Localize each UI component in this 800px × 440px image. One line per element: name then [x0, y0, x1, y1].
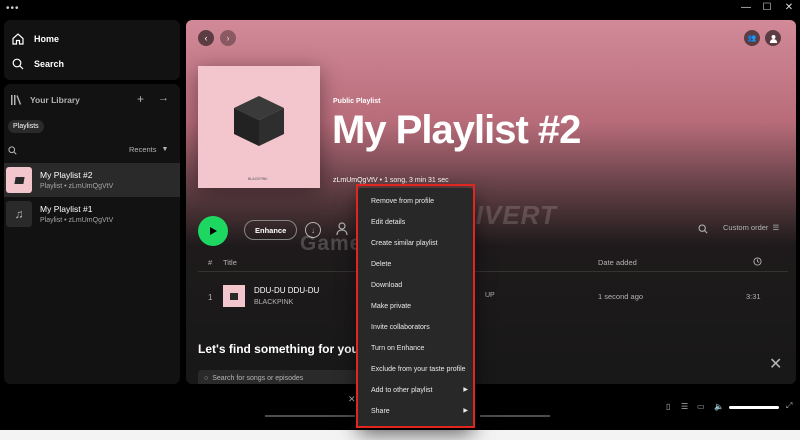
sort-dropdown[interactable]: Recents ▼ — [129, 145, 168, 154]
user-icon — [769, 34, 777, 43]
nav-panel: Home Search — [4, 20, 180, 80]
table-row[interactable]: 1 DDU-DU DDU-DU BLACKPINK UP 1 second ag… — [198, 282, 788, 312]
playlist-cover[interactable]: BLACKPINK — [198, 66, 320, 188]
track-duration: 3:31 — [746, 292, 761, 301]
playlist-2-art — [6, 167, 32, 193]
progress-bar-right[interactable] — [480, 415, 550, 417]
close-window-button[interactable]: ✕ — [783, 2, 795, 14]
friend-activity-button[interactable]: 👥 — [744, 30, 760, 46]
minimize-button[interactable]: — — [740, 2, 752, 14]
song-search-input[interactable]: ○ Search for songs or episodes — [198, 370, 368, 384]
nav-home-label: Home — [34, 34, 60, 44]
library-icon — [11, 95, 22, 105]
sort-label: Recents — [129, 145, 157, 154]
close-recommend-icon[interactable]: ✕ — [769, 354, 782, 374]
menu-dots-icon[interactable]: ••• — [6, 3, 20, 14]
fullscreen-icon[interactable]: ⤢ — [786, 401, 792, 411]
forward-button[interactable]: › — [220, 30, 236, 46]
nav-search-label: Search — [34, 59, 65, 69]
playlist-1-subtitle: Playlist • zLmUmQgVtV — [40, 217, 114, 224]
library-search-icon[interactable] — [8, 146, 17, 155]
col-title[interactable]: Title — [223, 258, 237, 267]
song-search-placeholder: Search for songs or episodes — [212, 374, 304, 382]
devices-icon[interactable]: ▭ — [697, 402, 705, 411]
custom-order-label: Custom order — [723, 223, 769, 232]
back-button[interactable]: ‹ — [198, 30, 214, 46]
maximize-button[interactable]: ☐ — [761, 2, 773, 14]
chevron-left-icon: ‹ — [204, 33, 208, 43]
title-bar: ••• — ☐ ✕ — [0, 0, 800, 18]
sort-list-icon: ▼ — [161, 146, 169, 153]
library-panel: Your Library + → Playlists Recents ▼ My … — [4, 84, 180, 384]
clock-icon — [753, 257, 762, 266]
track-artist[interactable]: BLACKPINK — [254, 299, 293, 306]
queue-icon[interactable]: ☰ — [681, 402, 688, 411]
col-date-added[interactable]: Date added — [598, 258, 637, 267]
progress-bar-left[interactable] — [265, 415, 355, 417]
os-taskbar — [0, 430, 800, 440]
song-search-icon: ○ — [204, 374, 209, 382]
playlist-1-title: My Playlist #1 — [40, 204, 93, 214]
profile-button[interactable] — [765, 30, 781, 46]
people-icon: 👥 — [747, 35, 757, 42]
play-icon — [210, 227, 217, 235]
playlist-search-icon[interactable] — [698, 224, 708, 234]
expand-arrow-icon[interactable]: → — [158, 92, 169, 104]
cube-art-icon — [234, 96, 284, 146]
track-title[interactable]: DDU-DU DDU-DU — [254, 286, 319, 295]
chevron-right-icon: › — [226, 33, 230, 43]
search-icon — [12, 58, 24, 70]
filter-chip-playlists[interactable]: Playlists — [8, 120, 44, 133]
volume-icon[interactable]: 🔈 — [714, 402, 724, 411]
track-date-added: 1 second ago — [598, 292, 644, 301]
recommend-heading: Let's find something for your pl — [198, 342, 378, 356]
nav-search[interactable]: Search — [12, 55, 64, 73]
track-number: 1 — [208, 293, 213, 302]
playlist-title[interactable]: My Playlist #2 — [332, 108, 581, 153]
playlist-owner-info[interactable]: zLmUmQgVtV • 1 song, 3 min 31 sec — [333, 177, 449, 184]
music-note-icon: ♫ — [14, 207, 24, 221]
shuffle-icon[interactable]: ✕ — [348, 394, 356, 405]
playlist-type: Public Playlist — [333, 98, 381, 105]
library-item-playlist-2[interactable]: My Playlist #2 Playlist • zLmUmQgVtV — [4, 163, 180, 197]
home-icon — [12, 33, 24, 45]
create-playlist-plus-icon[interactable]: + — [137, 92, 144, 106]
list-icon: ☰ — [772, 223, 780, 232]
volume-slider[interactable] — [729, 406, 779, 409]
playlist-2-title: My Playlist #2 — [40, 170, 93, 180]
track-album[interactable]: UP — [485, 292, 495, 299]
highlight-box — [356, 184, 475, 428]
cover-label: BLACKPINK — [248, 177, 268, 181]
playlist-2-subtitle: Playlist • zLmUmQgVtV — [40, 183, 114, 190]
library-header[interactable]: Your Library — [10, 94, 80, 106]
play-button[interactable] — [198, 216, 228, 246]
track-art — [223, 285, 245, 307]
custom-order-dropdown[interactable]: Custom order ☰ — [723, 223, 779, 232]
now-playing-view-icon[interactable]: ▯ — [666, 402, 670, 411]
playlist-1-art: ♫ — [6, 201, 32, 227]
col-number: # — [208, 258, 213, 267]
nav-home[interactable]: Home — [12, 30, 59, 48]
library-title: Your Library — [30, 95, 80, 105]
enhance-button[interactable]: Enhance — [244, 220, 298, 240]
library-item-playlist-1[interactable]: ♫ My Playlist #1 Playlist • zLmUmQgVtV — [4, 197, 180, 231]
table-header: # Title Date added — [198, 256, 788, 272]
